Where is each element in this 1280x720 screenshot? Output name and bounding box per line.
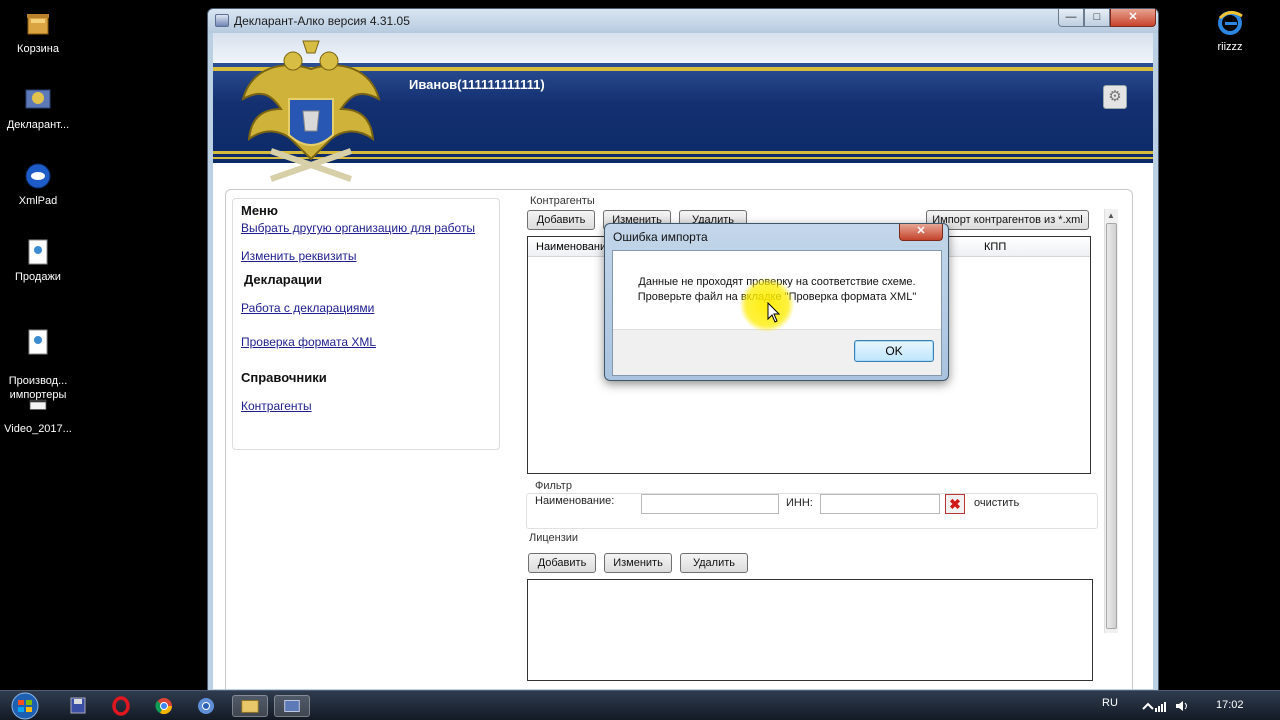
filter-name-input[interactable] — [641, 494, 779, 514]
import-counterparties-xml-button[interactable]: Импорт контрагентов из *.xml — [926, 210, 1089, 230]
network-icon[interactable] — [1154, 699, 1168, 713]
desktop-icon-label: Video_2017... — [4, 423, 72, 435]
menu-panel: Меню Выбрать другую организацию для рабо… — [232, 198, 500, 450]
internet-explorer-icon — [1218, 11, 1243, 35]
coat-of-arms-emblem — [241, 40, 381, 182]
chrome-browser-icon[interactable] — [152, 695, 176, 717]
dialog-title: Ошибка импорта — [613, 230, 708, 244]
close-button[interactable]: ✕ — [1110, 9, 1156, 27]
declarant-taskbar-icon[interactable] — [274, 695, 310, 717]
dialog-close-button[interactable]: ✕ — [899, 224, 943, 241]
filter-name-label: Наименование: — [535, 495, 615, 507]
declarations-heading: Декларации — [244, 272, 322, 287]
desktop-icon-sales[interactable]: Продажи — [0, 238, 76, 284]
filter-group-label: Фильтр — [533, 480, 574, 492]
app-icon — [215, 14, 229, 27]
link-xml-format-check[interactable]: Проверка формата XML — [241, 335, 376, 349]
desktop-icon-label: XmlPad — [18, 195, 58, 207]
references-heading: Справочники — [241, 370, 327, 385]
desktop-icon-recycle-bin[interactable]: Корзина — [0, 10, 76, 56]
clear-filter-link[interactable]: очистить — [974, 497, 1019, 509]
counterparties-add-button[interactable]: Добавить — [527, 210, 595, 230]
video-file-icon — [29, 399, 47, 410]
desktop-icon-xmlpad[interactable]: XmlPad — [0, 162, 76, 208]
filter-inn-label: ИНН: — [786, 497, 813, 509]
start-button-windows-icon[interactable] — [8, 691, 42, 720]
opera-browser-icon[interactable] — [109, 695, 133, 717]
chromium-browser-icon[interactable] — [194, 695, 218, 717]
clock[interactable]: 17:02 — [1216, 699, 1244, 711]
window-titlebar[interactable]: Декларант-Алко версия 4.31.05 — □ ✕ — [208, 9, 1158, 33]
desktop-icon-label: Декларант... — [6, 119, 70, 131]
desktop-icon-label: Корзина — [17, 43, 59, 55]
licenses-add-button[interactable]: Добавить — [528, 553, 596, 573]
document-icon — [28, 239, 48, 265]
settings-gear-icon[interactable]: ⚙ — [1103, 85, 1127, 109]
filter-inn-input[interactable] — [820, 494, 940, 514]
link-counterparties[interactable]: Контрагенты — [241, 399, 312, 413]
desktop-icon-declarant[interactable]: Декларант... — [0, 86, 76, 132]
volume-icon[interactable] — [1174, 699, 1190, 713]
file-explorer-icon[interactable] — [232, 695, 268, 717]
desktop-icon-label: Продажи — [15, 271, 61, 283]
link-edit-details[interactable]: Изменить реквизиты — [241, 249, 356, 263]
desktop-icon-video[interactable]: Video_2017... — [0, 398, 76, 436]
licenses-table[interactable] — [527, 579, 1093, 681]
column-header-kpp[interactable]: КПП — [984, 241, 1006, 253]
recycle-bin-icon — [27, 14, 49, 35]
vertical-scrollbar[interactable]: ▲ — [1104, 209, 1118, 633]
xmlpad-icon — [25, 163, 51, 189]
taskbar: RU 17:02 — [0, 690, 1280, 720]
language-indicator[interactable]: RU — [1102, 697, 1118, 709]
licenses-delete-button[interactable]: Удалить — [680, 553, 748, 573]
link-declarations[interactable]: Работа с декларациями — [241, 301, 374, 315]
scrollbar-thumb[interactable] — [1106, 223, 1117, 629]
counterparties-group-label: Контрагенты — [528, 195, 597, 207]
minimize-button[interactable]: — — [1058, 9, 1084, 27]
licenses-group-label: Лицензии — [527, 532, 581, 544]
save-disk-icon[interactable] — [66, 695, 90, 717]
maximize-button[interactable]: □ — [1084, 9, 1110, 27]
window-title: Декларант-Алко версия 4.31.05 — [234, 14, 410, 28]
licenses-edit-button[interactable]: Изменить — [604, 553, 672, 573]
scroll-up-arrow-icon[interactable]: ▲ — [1107, 211, 1115, 220]
desktop-icon-ie[interactable]: riizzz — [1192, 8, 1268, 54]
document-icon — [28, 329, 48, 355]
clear-filter-icon[interactable]: ✖ — [945, 494, 965, 514]
dialog-ok-button[interactable]: OK — [854, 340, 934, 362]
mouse-pointer-icon — [767, 302, 781, 323]
column-header-name[interactable]: Наименование — [536, 241, 612, 253]
header-banner: Иванов(111111111111) ⚙ — [213, 33, 1153, 182]
link-change-organization[interactable]: Выбрать другую организацию для работы — [241, 221, 475, 235]
declarant-app-icon — [25, 89, 51, 109]
current-user-label: Иванов(111111111111) — [409, 77, 545, 92]
menu-heading: Меню — [241, 203, 279, 218]
desktop-icon-label: riizzz — [1217, 41, 1243, 53]
